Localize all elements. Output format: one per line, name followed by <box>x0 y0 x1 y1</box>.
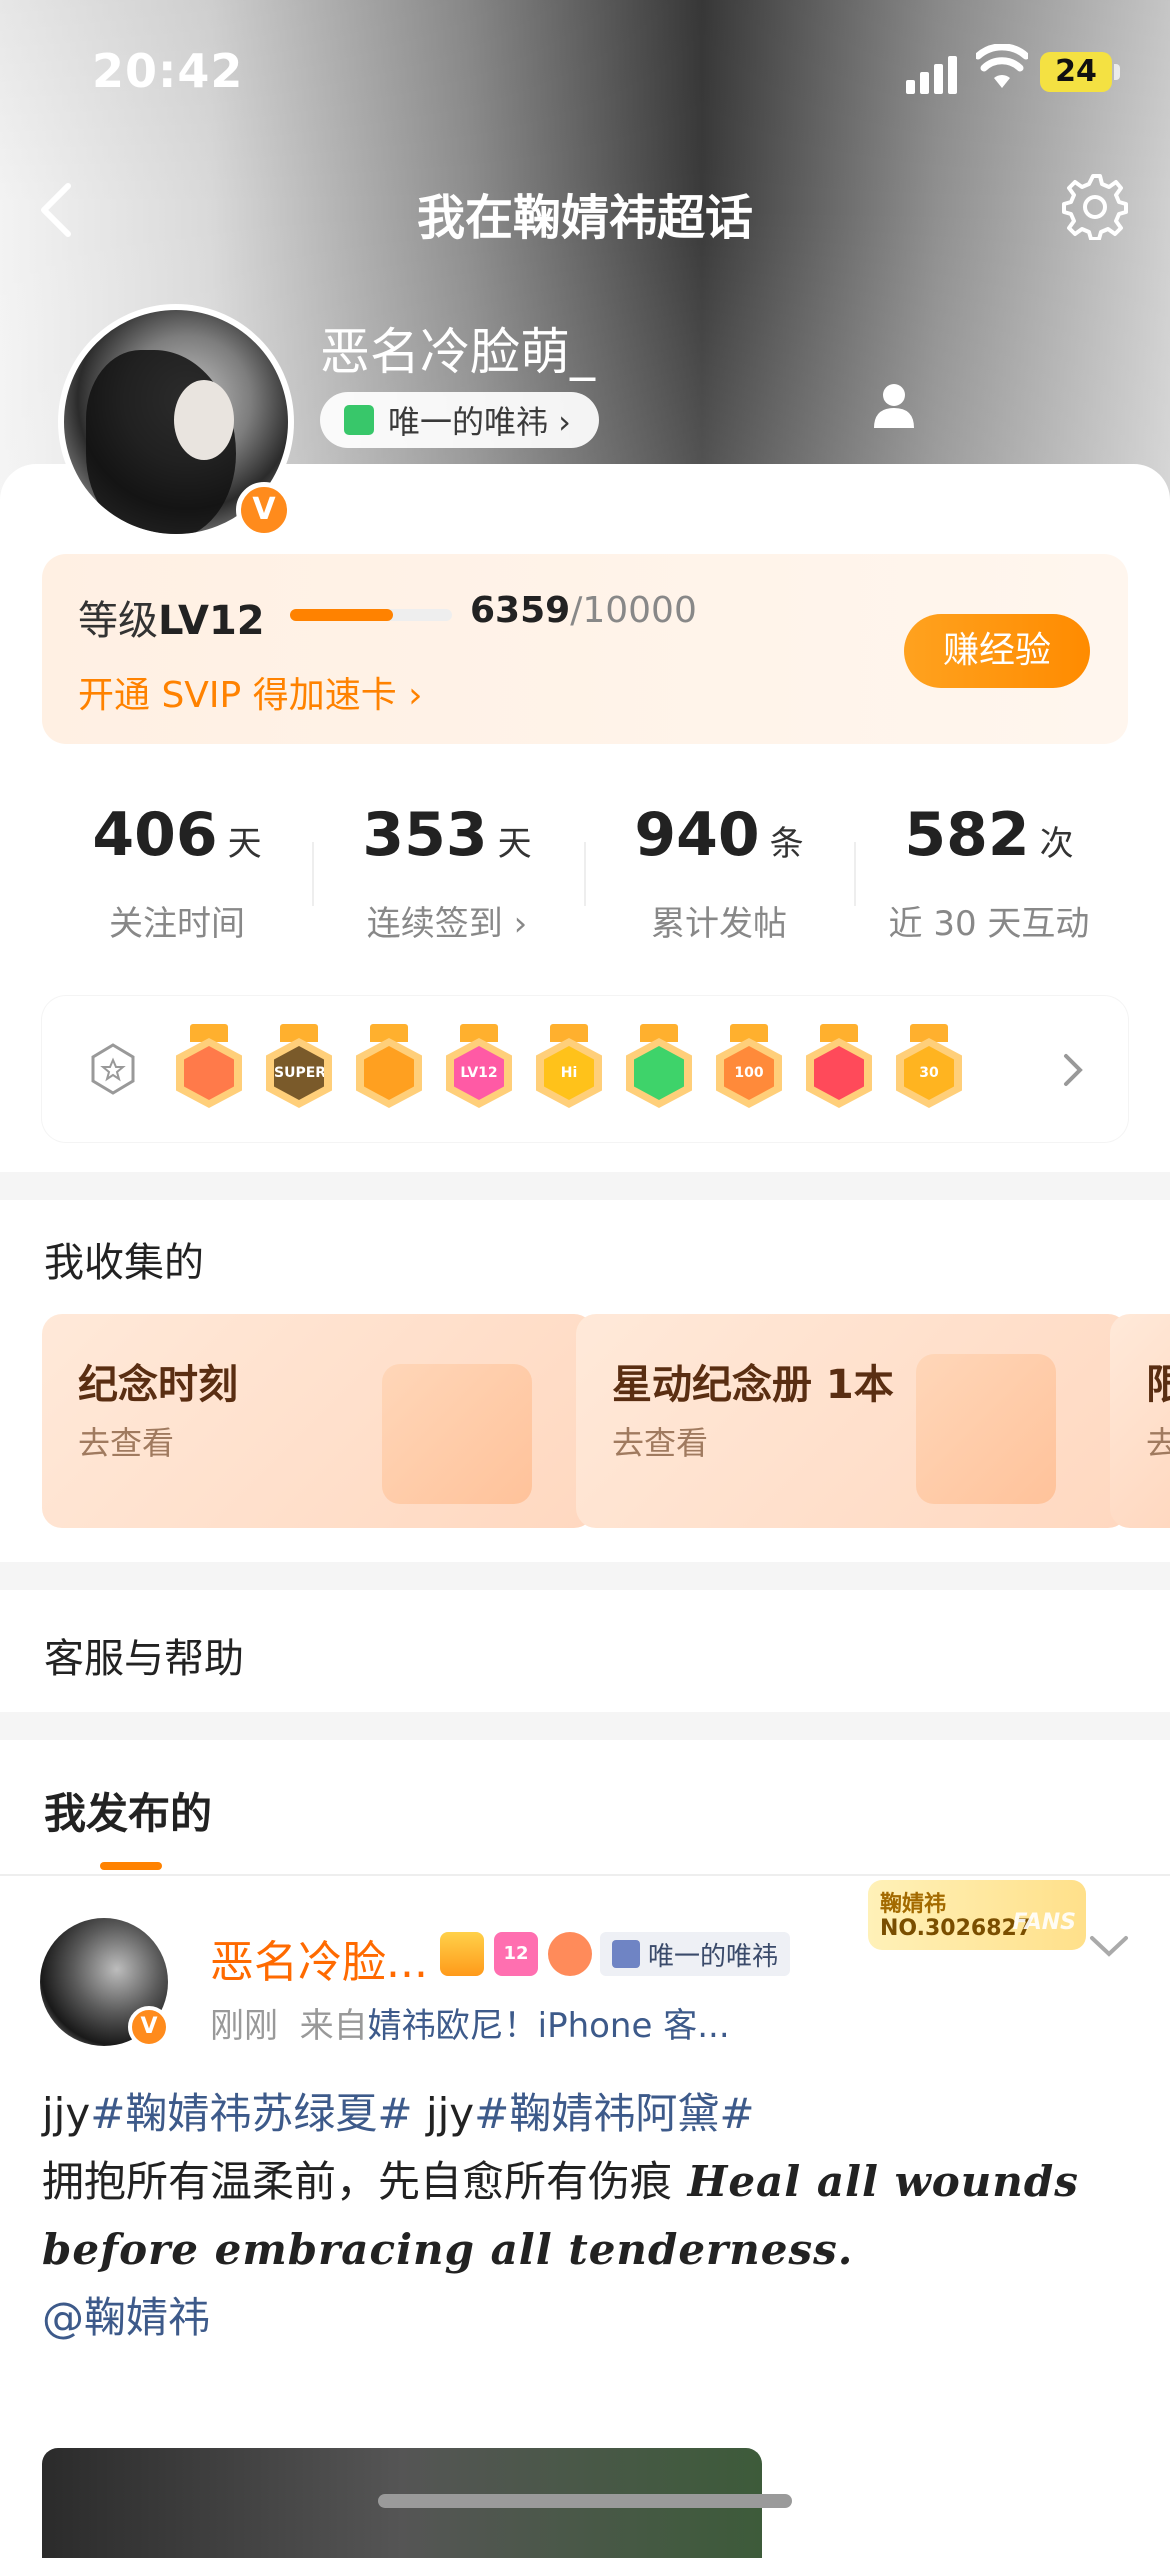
chevron-down-icon[interactable] <box>1088 1932 1130 1962</box>
collection-title: 纪念时刻 <box>78 1362 238 1408</box>
battery-indicator: 24 <box>1040 52 1112 92</box>
check-calendar-icon <box>344 405 374 435</box>
stat-unit: 天 <box>227 824 262 864</box>
post-author-name[interactable]: 恶名冷脸... <box>210 1926 428 1990</box>
hashtag-link[interactable]: #鞠婧祎苏绿夏# <box>90 2089 412 2138</box>
level-prefix: 等级 <box>78 598 158 644</box>
crown-icon <box>440 1932 484 1976</box>
hi-medal: Hi <box>536 1024 602 1110</box>
collection-sub: 去查看 <box>612 1424 709 1462</box>
stat-follow-days: 406 天 关注时间 <box>42 800 312 945</box>
fan-group-tag[interactable]: 唯一的唯祎 › <box>320 392 599 448</box>
post-text: jjy <box>42 2089 91 2138</box>
fan-number-card: 鞠婧祎 NO.3026827 FANS <box>868 1880 1086 1950</box>
level-label: 等级LV12 <box>78 588 265 646</box>
collection-sub: 去查看 <box>78 1424 175 1462</box>
verified-badge: V <box>236 482 292 538</box>
30-days-medal: 30 <box>896 1024 962 1110</box>
tab-indicator <box>100 1862 162 1870</box>
svip-link[interactable]: 开通 SVIP 得加速卡 › <box>78 666 423 718</box>
section-divider <box>0 1172 1170 1200</box>
badge-outline-icon <box>91 1043 135 1095</box>
stat-checkin-days[interactable]: 353 天 连续签到 › <box>312 800 582 945</box>
exp-current: 6359 <box>470 590 571 631</box>
avatar-face <box>174 380 234 460</box>
fan-card-number: NO.3026827 <box>880 1916 1033 1941</box>
post-meta: 刚刚 来自婧祎欧尼！iPhone 客... <box>210 1998 730 2047</box>
hand-medal <box>626 1024 692 1110</box>
page-title: 我在鞠婧祎超话 <box>416 190 753 246</box>
battery-tip <box>1114 64 1120 80</box>
cartoon-medal <box>176 1024 242 1110</box>
collection-title: 限 <box>1146 1362 1170 1408</box>
cartoon-badge-icon <box>548 1932 592 1976</box>
post-body: jjy#鞠婧祎苏绿夏# jjy#鞠婧祎阿黛# 拥抱所有温柔前，先自愈所有伤痕 H… <box>42 2080 1132 2352</box>
status-time: 20:42 <box>92 44 244 98</box>
stat-label: 关注时间 <box>109 904 245 944</box>
lv12-medal: LV12 <box>446 1024 512 1110</box>
fan-group-label: 唯一的唯祎 › <box>388 403 571 441</box>
collection-sub: 去 <box>1146 1424 1170 1462</box>
level-value: LV12 <box>158 598 265 644</box>
stat-unit: 天 <box>497 824 532 864</box>
stat-unit: 次 <box>1039 824 1074 864</box>
stat-unit: 条 <box>769 824 804 864</box>
check-calendar-icon <box>612 1940 640 1968</box>
gear-icon[interactable] <box>1058 170 1128 240</box>
fan-pill-label: 唯一的唯祎 <box>648 1941 779 1972</box>
stat-posts: 940 条 累计发帖 <box>584 800 854 945</box>
section-divider <box>0 1562 1170 1590</box>
exp-text: 6359/10000 <box>470 590 697 631</box>
fan-pill: 唯一的唯祎 <box>600 1932 791 1976</box>
mention-link[interactable]: @鞠婧祎 <box>42 2293 210 2342</box>
post-text: jjy <box>412 2089 475 2138</box>
help-entry[interactable]: 客服与帮助 <box>44 1626 244 1684</box>
post-text: 拥抱所有温柔前，先自愈所有伤痕 <box>42 2157 673 2206</box>
stat-value: 353 <box>362 800 488 870</box>
collection-card-moments[interactable]: 纪念时刻 去查看 <box>42 1314 594 1528</box>
stat-label: 累计发帖 <box>651 904 787 944</box>
post-source[interactable]: 婧祎欧尼！iPhone 客... <box>368 2006 730 2046</box>
crown-medal <box>356 1024 422 1110</box>
star-album-icon <box>916 1354 1056 1504</box>
stat-label: 连续签到 › <box>366 904 528 944</box>
verified-badge: V <box>128 2006 170 2048</box>
fan-card-name: 鞠婧祎 <box>880 1892 947 1917</box>
collection-card-partial[interactable]: 限 去 <box>1110 1314 1170 1528</box>
collection-card-album[interactable]: 星动纪念册 1本 去查看 <box>576 1314 1128 1528</box>
exp-progress-fill <box>290 609 393 621</box>
collection-title: 星动纪念册 1本 <box>612 1362 894 1408</box>
hashtag-link[interactable]: #鞠婧祎阿黛# <box>474 2089 754 2138</box>
posted-tab[interactable]: 我发布的 <box>44 1780 212 1841</box>
earn-exp-button[interactable]: 赚经验 <box>904 614 1090 688</box>
signal-icon <box>906 50 962 94</box>
stat-value: 406 <box>92 800 218 870</box>
person-icon[interactable] <box>872 382 916 428</box>
exp-max: /10000 <box>570 590 697 631</box>
fan-card-fans: FANS <box>1012 1910 1076 1935</box>
wifi-icon <box>976 44 1028 88</box>
post-time: 刚刚 <box>210 2006 278 2046</box>
profile-username: 恶名冷脸萌_ <box>320 323 595 381</box>
super-medal: SUPER <box>266 1024 332 1110</box>
tab-divider <box>0 1874 1170 1876</box>
post-from: 来自 <box>299 2006 368 2046</box>
stat-interactions: 582 次 近 30 天互动 <box>854 800 1124 945</box>
stat-value: 582 <box>904 800 1030 870</box>
calendar-heart-icon <box>382 1364 532 1504</box>
chevron-right-icon[interactable] <box>1058 1050 1086 1090</box>
trophy-medal <box>806 1024 872 1110</box>
100-days-medal: 100 <box>716 1024 782 1110</box>
level-diamond-icon: 12 <box>494 1932 538 1976</box>
section-divider <box>0 1712 1170 1740</box>
stat-label: 近 30 天互动 <box>888 904 1090 944</box>
stat-value: 940 <box>634 800 760 870</box>
collections-title: 我收集的 <box>44 1240 204 1286</box>
home-indicator <box>378 2494 792 2508</box>
